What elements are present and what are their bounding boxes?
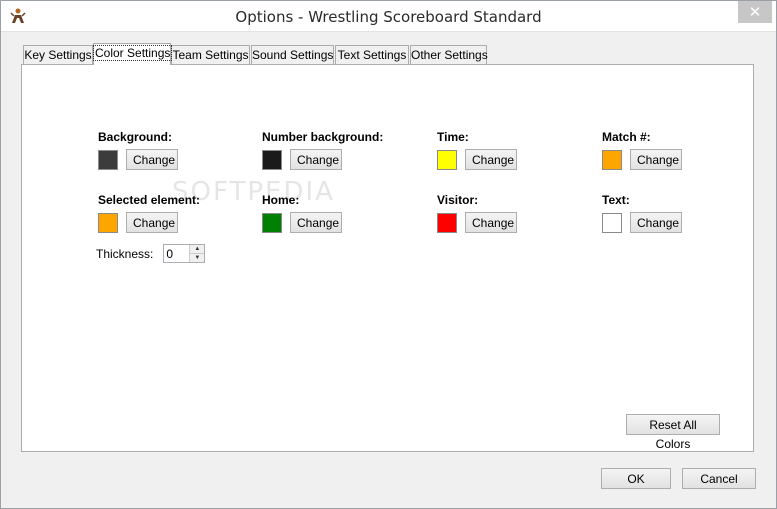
change-text-button[interactable]: Change: [630, 212, 682, 233]
background-color-group: Background: Change: [98, 130, 178, 170]
close-icon: ✕: [748, 3, 762, 21]
close-button[interactable]: ✕: [738, 1, 772, 23]
background-label: Background:: [98, 130, 173, 144]
tab-color-settings[interactable]: Color Settings: [92, 43, 173, 65]
selected-element-label: Selected element:: [98, 193, 201, 207]
tab-key-settings[interactable]: Key Settings: [23, 45, 93, 64]
tab-team-settings[interactable]: Team Settings: [171, 45, 250, 64]
selected-element-color-group: Selected element: Change: [98, 193, 200, 233]
change-selected-element-button[interactable]: Change: [126, 212, 178, 233]
tab-other-settings[interactable]: Other Settings: [410, 45, 488, 64]
time-swatch: [437, 149, 457, 170]
home-label: Home:: [262, 193, 300, 207]
change-background-button[interactable]: Change: [126, 149, 178, 170]
match-color-group: Match #: Change: [602, 130, 682, 170]
change-visitor-button[interactable]: Change: [465, 212, 517, 233]
thickness-stepper[interactable]: ▲ ▼: [163, 244, 206, 263]
color-settings-panel: SOFTPEDIA Background: Change Number back…: [21, 64, 754, 452]
background-swatch: [98, 149, 118, 170]
match-label: Match #:: [602, 130, 651, 144]
options-window: Options - Wrestling Scoreboard Standard …: [0, 0, 777, 509]
visitor-label: Visitor:: [437, 193, 479, 207]
change-home-button[interactable]: Change: [290, 212, 342, 233]
change-match-button[interactable]: Change: [630, 149, 682, 170]
reset-all-colors-button[interactable]: Reset All Colors: [626, 414, 720, 451]
time-label: Time:: [437, 130, 469, 144]
visitor-color-group: Visitor: Change: [437, 193, 517, 233]
time-color-group: Time: Change: [437, 130, 517, 170]
home-color-group: Home: Change: [262, 193, 342, 233]
tab-text-settings[interactable]: Text Settings: [335, 45, 409, 64]
text-label: Text:: [602, 193, 630, 207]
spin-up-icon[interactable]: ▲: [190, 245, 205, 254]
spin-down-icon[interactable]: ▼: [190, 254, 205, 262]
match-swatch: [602, 149, 622, 170]
change-number-background-button[interactable]: Change: [290, 149, 342, 170]
text-swatch: [602, 212, 622, 233]
number-background-color-group: Number background: Change: [262, 130, 383, 170]
thickness-spinner[interactable]: ▲ ▼: [189, 245, 205, 262]
cancel-button[interactable]: Cancel: [682, 468, 756, 489]
text-color-group: Text: Change: [602, 193, 682, 233]
number-background-label: Number background:: [262, 130, 384, 144]
change-time-button[interactable]: Change: [465, 149, 517, 170]
title-bar: Options - Wrestling Scoreboard Standard …: [1, 1, 776, 32]
tab-sound-settings[interactable]: Sound Settings: [251, 45, 334, 64]
visitor-swatch: [437, 212, 457, 233]
thickness-control: Thickness: ▲ ▼: [96, 244, 206, 263]
window-title: Options - Wrestling Scoreboard Standard: [235, 8, 542, 26]
home-swatch: [262, 212, 282, 233]
ok-button[interactable]: OK: [601, 468, 671, 489]
number-background-swatch: [262, 149, 282, 170]
thickness-label: Thickness:: [96, 246, 154, 261]
selected-element-swatch: [98, 212, 118, 233]
